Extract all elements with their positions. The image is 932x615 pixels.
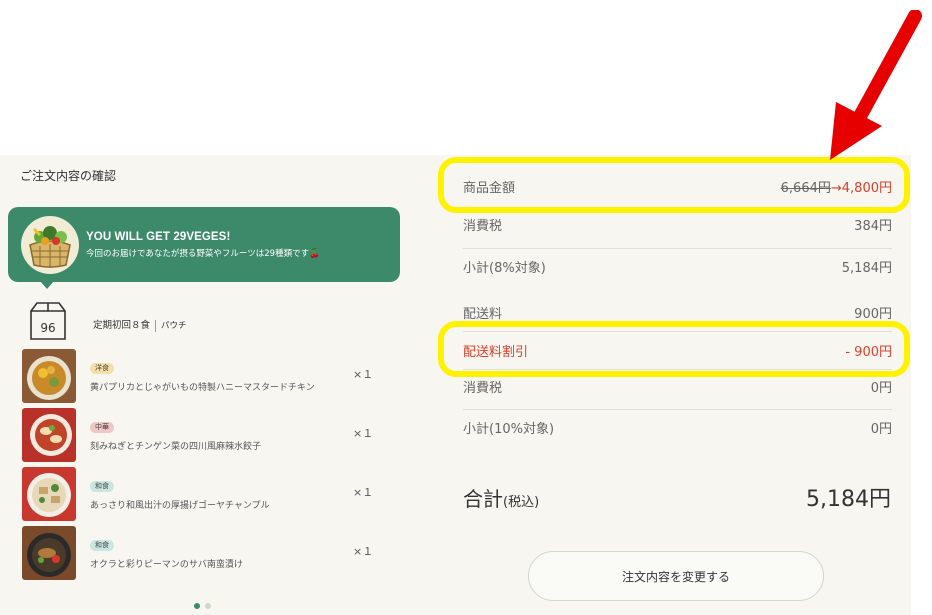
svg-text:96: 96 — [40, 321, 55, 335]
cuisine-tag: 洋食 — [90, 363, 114, 374]
item-quantity: ×１ — [353, 486, 374, 499]
basket-icon — [21, 216, 79, 274]
tax10-value: 0円 — [870, 381, 892, 396]
item-name: あっさり和風出汁の厚揚げゴーヤチャンプル — [90, 501, 270, 511]
plan-summary: 定期初回８食 パウチ — [93, 317, 187, 332]
tax10-row: 消費税 0円 — [463, 377, 892, 399]
annotation-arrow-icon — [830, 10, 922, 160]
total-value: 5,184円 — [806, 487, 891, 512]
carousel-dots — [194, 594, 216, 613]
total-label: 合計(税込) — [463, 483, 539, 512]
highlight-shipping-discount — [438, 321, 910, 377]
cuisine-tag: 和食 — [90, 540, 114, 551]
tax8-value: 384円 — [854, 219, 892, 234]
plan-type: パウチ — [161, 321, 187, 331]
meal-photo — [22, 526, 76, 580]
subtotal8-row: 小計(8%対象) 5,184円 — [463, 257, 892, 279]
subtotal10-value: 0円 — [870, 422, 892, 437]
promo-title: YOU WILL GET 29VEGES! — [86, 231, 231, 243]
tax8-label: 消費税 — [463, 219, 503, 234]
carousel-dot-active[interactable] — [194, 603, 200, 609]
price-summary-panel: 商品金額 6,664円→4,800円 消費税 384円 小計(8%対象) 5,1… — [437, 155, 911, 615]
tax10-label: 消費税 — [463, 381, 503, 396]
subtotal10-label: 小計(10%対象) — [463, 422, 555, 437]
list-item: 和食 あっさり和風出汁の厚揚げゴーヤチャンプル ×１ — [22, 467, 402, 521]
shipping-value: 900円 — [854, 307, 892, 322]
divider — [463, 409, 892, 410]
promo-subtitle: 今回のお届けであなたが摂る野菜やフルーツは29種類です🍒 — [86, 249, 320, 259]
carousel-dot[interactable] — [205, 603, 211, 609]
item-name: 黄パプリカとじゃがいもの特製ハニーマスタードチキン — [90, 383, 315, 393]
item-quantity: ×１ — [353, 545, 374, 558]
item-name: 刻みねぎとチンゲン菜の四川風麻辣水餃子 — [90, 442, 262, 452]
shipping-label: 配送料 — [463, 307, 503, 322]
item-quantity: ×１ — [353, 368, 374, 381]
subtotal8-value: 5,184円 — [841, 261, 892, 276]
item-quantity: ×１ — [353, 427, 374, 440]
meal-photo — [22, 467, 76, 521]
item-name: オクラと彩りピーマンのサバ南蛮漬け — [90, 560, 243, 570]
meal-photo — [22, 408, 76, 462]
total-label-text: 合計 — [463, 487, 503, 511]
section-title: ご注文内容の確認 — [20, 169, 117, 183]
list-item: 洋食 黄パプリカとじゃがいもの特製ハニーマスタードチキン ×１ — [22, 349, 402, 403]
promo-banner: YOU WILL GET 29VEGES! 今回のお届けであなたが摂る野菜やフル… — [8, 207, 400, 289]
plan-divider — [155, 319, 157, 332]
cuisine-tag: 中華 — [90, 422, 114, 433]
cuisine-tag: 和食 — [90, 481, 114, 492]
delivery-box-icon: 96 — [30, 302, 66, 340]
subtotal8-label: 小計(8%対象) — [463, 261, 546, 276]
subtotal10-row: 小計(10%対象) 0円 — [463, 418, 892, 440]
plan-label: 定期初回８食 — [93, 320, 151, 331]
order-items-panel: ご注文内容の確認 YOU WILL GET 29VEGES! 今回のお届けであな… — [0, 155, 425, 615]
meal-photo — [22, 349, 76, 403]
tax8-row: 消費税 384円 — [463, 215, 892, 237]
change-order-button[interactable]: 注文内容を変更する — [528, 551, 824, 601]
divider — [463, 248, 892, 249]
total-tax-note: (税込) — [503, 495, 540, 510]
list-item: 中華 刻みねぎとチンゲン菜の四川風麻辣水餃子 ×１ — [22, 408, 402, 462]
list-item: 和食 オクラと彩りピーマンのサバ南蛮漬け ×１ — [22, 526, 402, 580]
